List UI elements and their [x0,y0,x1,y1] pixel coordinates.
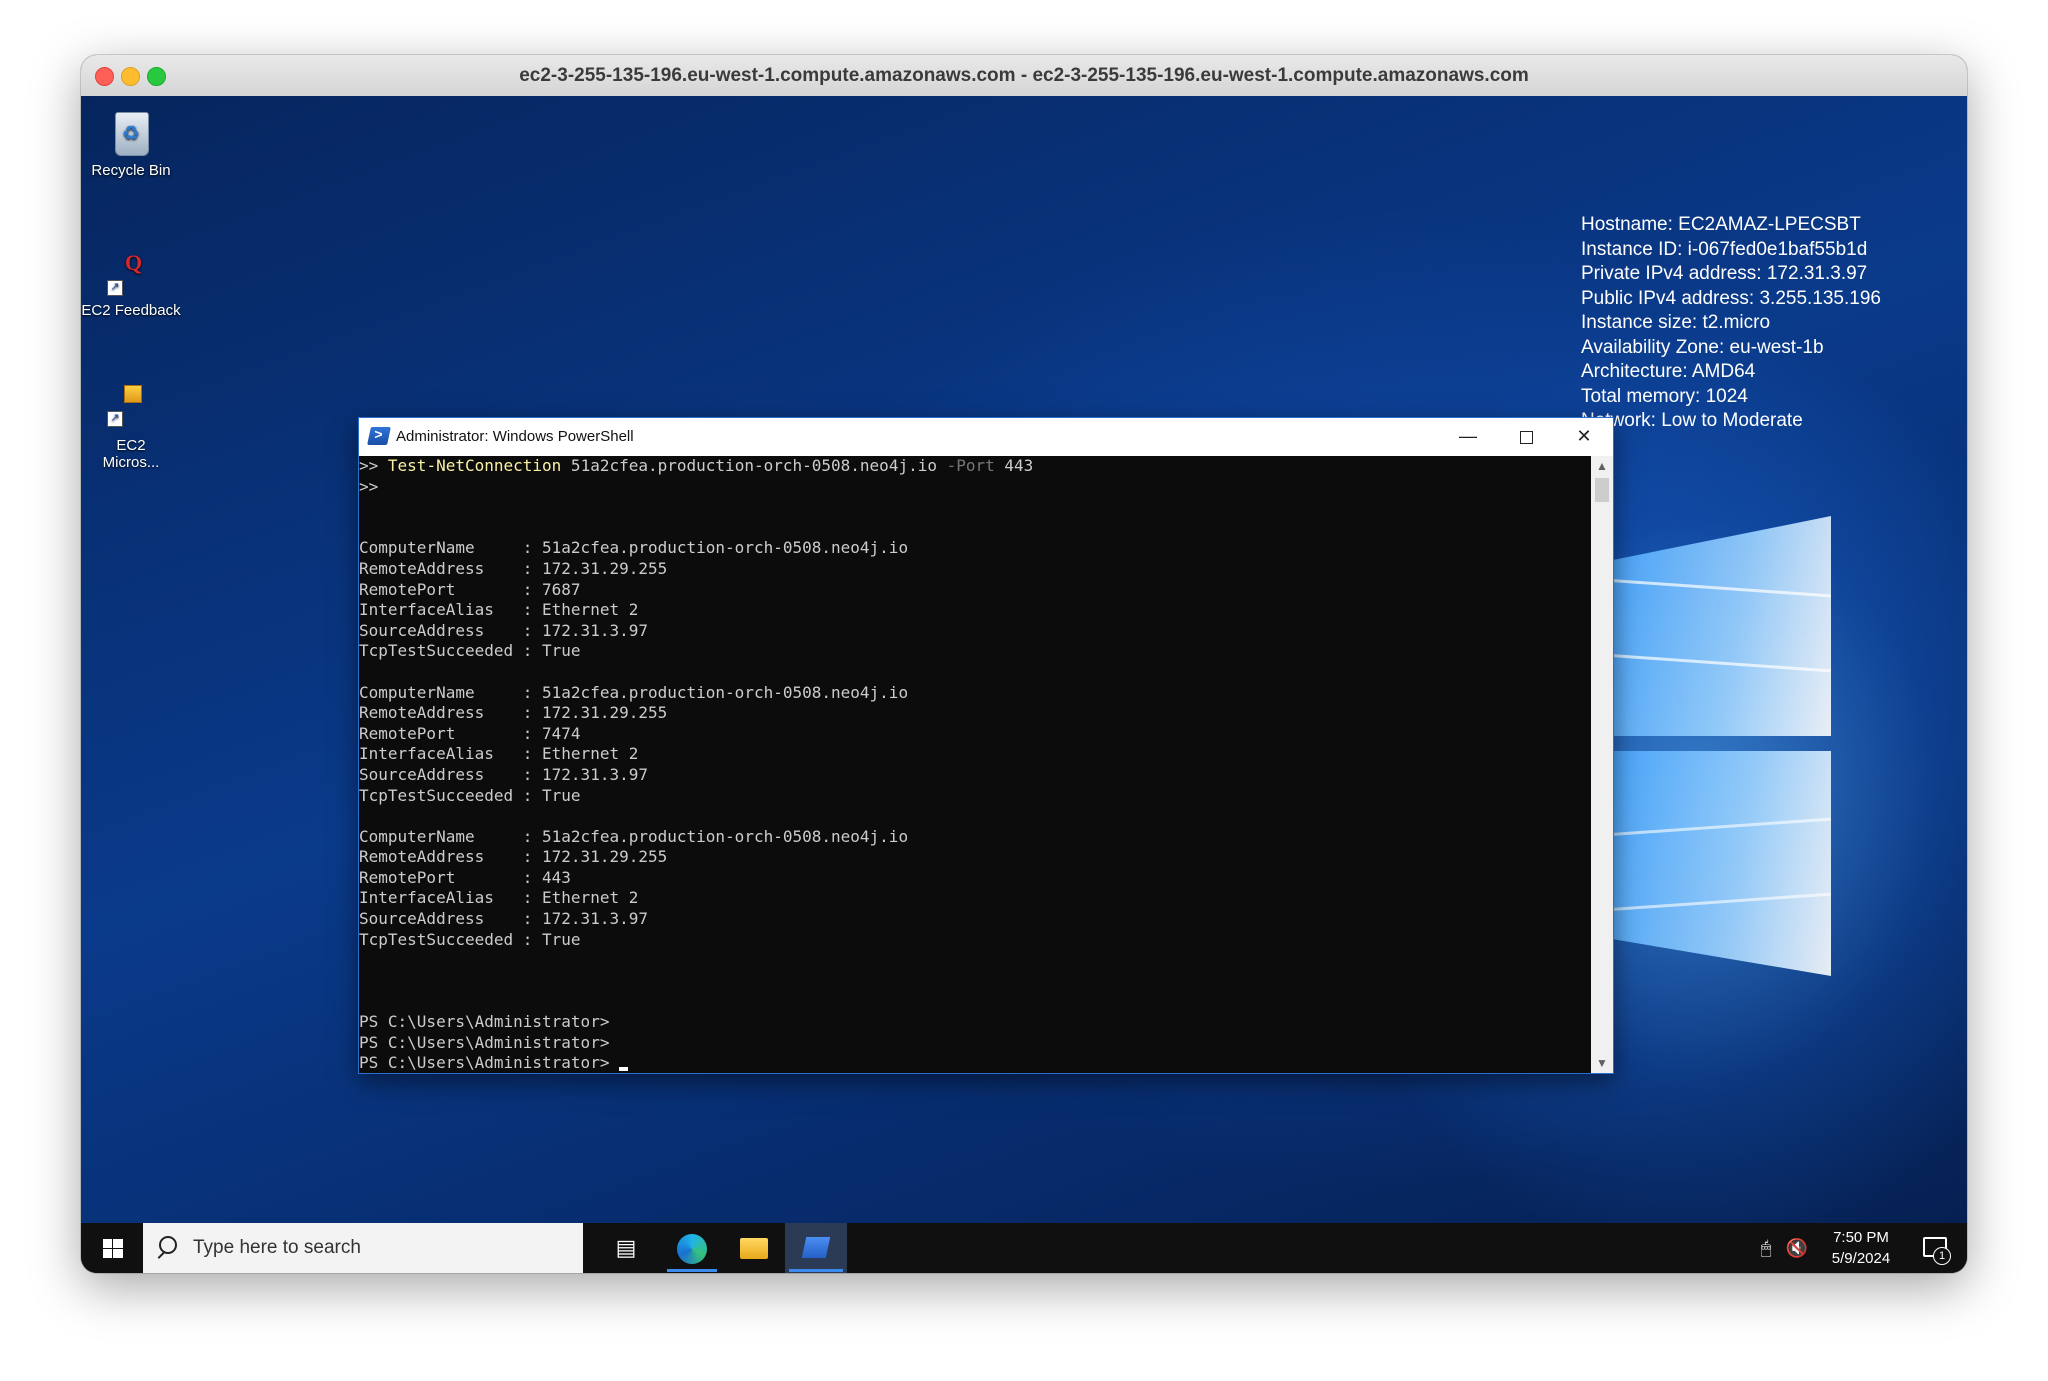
taskbar: Type here to search ▤ 🖱 🔇 7:50 PM 5/9/20… [81,1223,1967,1273]
package-icon: ↗ [105,381,157,433]
search-placeholder: Type here to search [193,1237,361,1258]
console-line: ComputerName : 51a2cfea.production-orch-… [359,682,909,702]
desktop-icon-label: EC2 Micros... [102,437,160,471]
total-memory-text: Total memory: 1024 [1581,385,1748,407]
console-line: InterfaceAlias : Ethernet 2 [359,744,639,764]
powershell-title: Administrator: Windows PowerShell [396,428,634,445]
powershell-icon [801,1237,831,1258]
text-cursor [619,1066,629,1071]
desktop-icon-ec2-microsoft[interactable]: ↗ EC2 Micros... [81,381,181,471]
console-line: >> [359,476,379,496]
close-button[interactable]: ✕ [1555,418,1613,456]
desktop-icon-ec2-feedback[interactable]: Q ↗ EC2 Feedback [81,246,181,319]
mac-titlebar[interactable]: ec2-3-255-135-196.eu-west-1.compute.amaz… [81,55,1967,97]
taskbar-powershell-button[interactable] [785,1223,847,1273]
availability-zone-text: Availability Zone: eu-west-1b [1581,336,1824,358]
volume-muted-icon[interactable]: 🔇 [1783,1223,1811,1273]
console-line: InterfaceAlias : Ethernet 2 [359,600,639,620]
console-line: TcpTestSucceeded : True [359,929,581,949]
console-line: TcpTestSucceeded : True [359,641,581,661]
command-line: >> Test-NetConnection 51a2cfea.productio… [359,456,1034,475]
instance-info-panel: Hostname: EC2AMAZ-LPECSBT Instance ID: i… [1581,213,1881,434]
console-line: RemotePort : 443 [359,867,571,887]
file-explorer-icon[interactable] [723,1223,785,1273]
console-line: RemoteAddress : 172.31.29.255 [359,847,668,867]
windows-start-icon [103,1239,123,1258]
console-line: SourceAddress : 172.31.3.97 [359,909,648,929]
desktop-icon-label: EC2 Feedback [81,302,181,319]
start-button[interactable] [81,1223,143,1273]
task-view-icon[interactable]: ▤ [601,1223,651,1273]
edge-icon[interactable] [661,1223,723,1273]
feedback-icon: Q ↗ [105,246,157,298]
private-ip-text: Private IPv4 address: 172.31.3.97 [1581,263,1868,284]
powershell-window[interactable]: Administrator: Windows PowerShell — ✕ >>… [359,418,1613,1073]
search-icon [159,1236,177,1254]
hostname-text: Hostname: EC2AMAZ-LPECSBT [1581,214,1861,235]
console-line: SourceAddress : 172.31.3.97 [359,620,648,640]
window-title: ec2-3-255-135-196.eu-west-1.compute.amaz… [519,65,1529,86]
active-prompt[interactable]: PS C:\Users\Administrator> [359,1053,1591,1073]
vertical-scrollbar[interactable]: ▲ ▼ [1591,456,1613,1073]
console-line: PS C:\Users\Administrator> [359,1032,610,1052]
instance-id-text: Instance ID: i-067fed0e1baf55b1d [1581,238,1868,260]
console-line: TcpTestSucceeded : True [359,785,581,805]
scroll-up-icon[interactable]: ▲ [1591,456,1613,476]
windows-desktop: Recycle Bin Q ↗ EC2 Feedback ↗ EC2 Micro… [81,96,1967,1273]
clock-date: 5/9/2024 [1831,1250,1891,1267]
console-line: PS C:\Users\Administrator> [359,1012,610,1032]
system-clock[interactable]: 7:50 PM 5/9/2024 [1821,1227,1901,1269]
minimize-button[interactable]: — [1439,418,1497,456]
notification-count-badge: 1 [1933,1247,1951,1265]
maximize-button[interactable] [1497,418,1555,456]
network-icon[interactable]: 🖱 [1751,1223,1781,1273]
instance-size-text: Instance size: t2.micro [1581,312,1771,333]
console-line: RemotePort : 7474 [359,723,581,743]
powershell-icon [367,427,391,445]
desktop-icon-label: Recycle Bin [91,162,171,179]
console-output[interactable]: >> Test-NetConnection 51a2cfea.productio… [359,456,1591,1073]
remote-desktop-window: ec2-3-255-135-196.eu-west-1.compute.amaz… [81,55,1967,1273]
powershell-titlebar[interactable]: Administrator: Windows PowerShell — ✕ [359,418,1613,456]
scroll-down-icon[interactable]: ▼ [1591,1053,1613,1073]
console-line: ComputerName : 51a2cfea.production-orch-… [359,538,909,558]
architecture-text: Architecture: AMD64 [1581,361,1756,382]
desktop-icon-recycle-bin[interactable]: Recycle Bin [81,106,181,179]
recycle-bin-icon [105,106,157,158]
console-line: ComputerName : 51a2cfea.production-orch-… [359,826,909,846]
network-text: Network: Low to Moderate [1581,410,1803,431]
notification-center-button[interactable]: 1 [1913,1223,1953,1273]
console-line: InterfaceAlias : Ethernet 2 [359,888,639,908]
windows-logo-wallpaper [1581,516,1841,986]
console-line: SourceAddress : 172.31.3.97 [359,764,648,784]
console-line: RemoteAddress : 172.31.29.255 [359,558,668,578]
public-ip-text: Public IPv4 address: 3.255.135.196 [1581,287,1881,309]
clock-time: 7:50 PM [1833,1229,1889,1246]
console-line: RemotePort : 7687 [359,579,581,599]
scrollbar-thumb[interactable] [1595,478,1609,502]
console-line: RemoteAddress : 172.31.29.255 [359,703,668,723]
taskbar-search-box[interactable]: Type here to search [143,1223,583,1273]
